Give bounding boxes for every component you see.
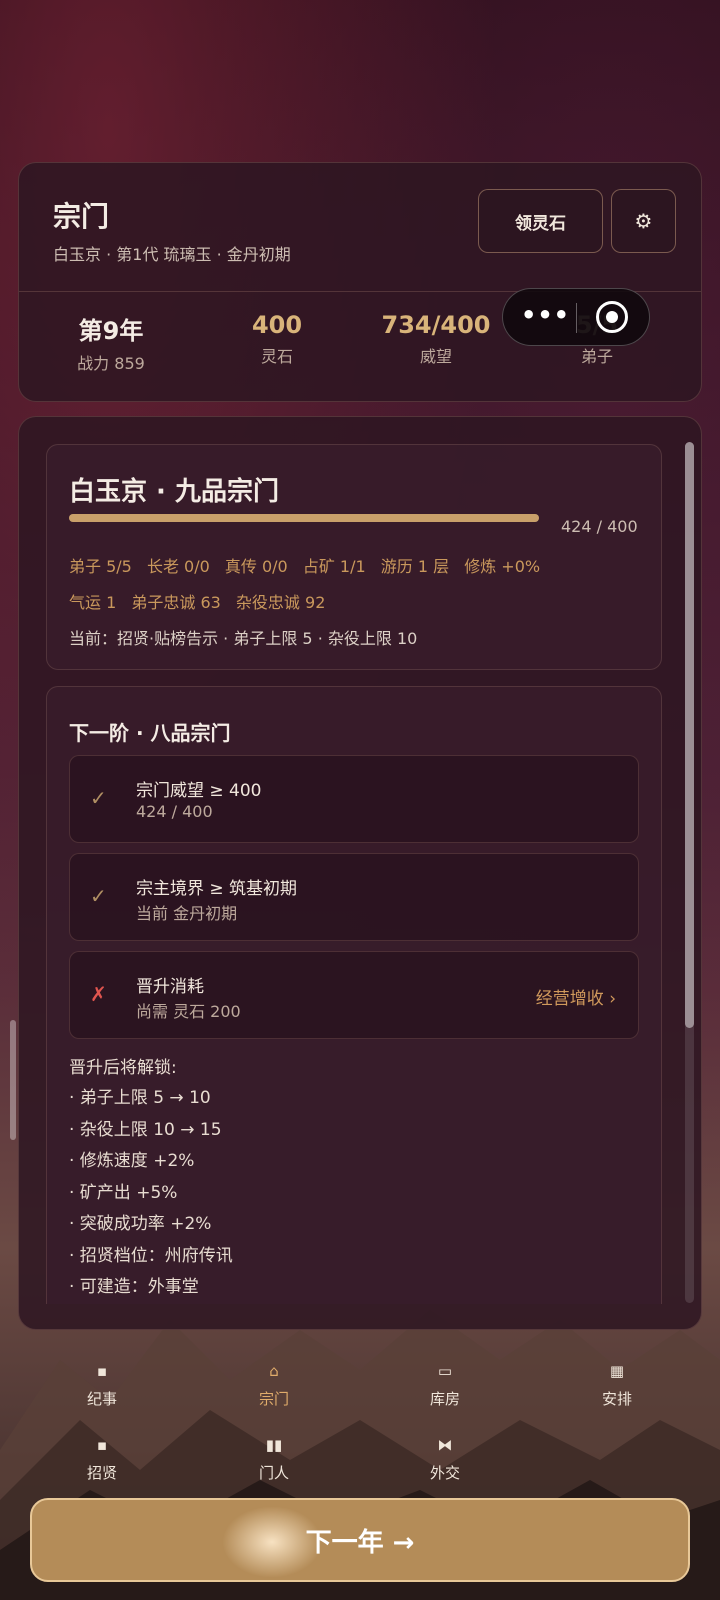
handshake-icon: ⧓ [437, 1436, 453, 1454]
header-panel: 宗门 白玉京 · 第1代 琉璃玉 · 金丹初期 领灵石 ⚙ 第9年 战力 859… [18, 162, 702, 402]
nav-item-recruit[interactable]: ▪ 招贤 [42, 1434, 162, 1483]
sect-title: 白玉京 · 九品宗门 [69, 477, 279, 507]
people-icon: ▮▮ [265, 1436, 283, 1454]
nav-label: 库房 [429, 1390, 460, 1408]
stat-year-value: 第9年 [78, 317, 144, 345]
sect-info-card: 白玉京 · 九品宗门 424 / 400 弟子 5/5 长老 0/0 真传 0/… [46, 444, 662, 670]
settings-button[interactable]: ⚙ [611, 189, 676, 253]
next-year-label: 下一年 → [305, 1527, 415, 1558]
sect-current-status: 当前：招贤·贴榜告示 · 弟子上限 5 · 杂役上限 10 [69, 629, 418, 648]
page-title: 宗门 [53, 200, 110, 233]
stat-chip: 真传 0/0 [224, 557, 288, 576]
prestige-progress-label: 424 / 400 [561, 517, 638, 536]
main-scrollbar[interactable] [685, 442, 694, 1303]
scrollbar-thumb[interactable] [685, 442, 694, 1028]
gear-icon: ⚙ [634, 209, 653, 233]
stat-year-label: 战力 859 [77, 354, 145, 373]
page-scroll-indicator [10, 1020, 16, 1140]
stat-disciples-label: 弟子 [580, 347, 613, 366]
stat-spirit-stone-label: 灵石 [260, 347, 293, 366]
stat-year: 第9年 战力 859 [31, 311, 191, 374]
nav-item-sect[interactable]: ⌂ 宗门 [214, 1360, 334, 1409]
scroll-icon: ▪ [96, 1436, 108, 1454]
nav-label: 招贤 [86, 1464, 117, 1482]
gate-icon: ⌂ [269, 1362, 279, 1380]
stat-prestige-label: 威望 [419, 347, 452, 366]
nav-item-arrange[interactable]: ▦ 安排 [557, 1360, 677, 1409]
nav-label: 纪事 [86, 1390, 117, 1408]
close-target-icon[interactable] [596, 301, 628, 333]
stat-chip: 占矿 1/1 [302, 557, 366, 576]
nav-label: 外交 [429, 1464, 460, 1482]
stat-chip: 弟子 5/5 [69, 557, 132, 576]
prestige-progress-fill [69, 514, 539, 522]
nav-item-disciples[interactable]: ▮▮ 门人 [214, 1434, 334, 1483]
nav-label: 门人 [258, 1464, 289, 1482]
sect-stats-line2: 气运 1 弟子忠诚 63 杂役忠诚 92 [69, 589, 335, 613]
stat-chip: 杂役忠诚 92 [235, 593, 326, 612]
nav-item-diplomacy[interactable]: ⧓ 外交 [385, 1434, 505, 1483]
bottom-nav: ▪ 纪事 ⌂ 宗门 ▭ 库房 ▦ 安排 ▪ 招贤 ▮▮ 门人 ⧓ 外交 [0, 1352, 720, 1502]
stat-prestige: 734/400 威望 [356, 311, 516, 367]
stat-prestige-value: 734/400 [381, 311, 491, 339]
capsule-separator [576, 303, 577, 333]
mini-program-capsule: ••• [502, 288, 650, 346]
stat-chip: 气运 1 [69, 593, 117, 612]
grid-icon: ▦ [609, 1362, 625, 1380]
nav-item-chronicle[interactable]: ▪ 纪事 [42, 1360, 162, 1409]
stat-chip: 弟子忠诚 63 [131, 593, 221, 612]
more-icon[interactable]: ••• [521, 301, 570, 329]
nav-item-storehouse[interactable]: ▭ 库房 [385, 1360, 505, 1409]
sect-stats-line1: 弟子 5/5 长老 0/0 真传 0/0 占矿 1/1 游历 1 层 修炼 +0… [69, 553, 550, 577]
stat-chip: 长老 0/0 [146, 557, 210, 576]
stat-chip: 修炼 +0% [464, 557, 541, 576]
stat-spirit-stone: 400 灵石 [197, 311, 357, 367]
stat-chip: 游历 1 层 [380, 557, 450, 576]
increase-income-link[interactable]: 经营增收 › [536, 984, 616, 1009]
nav-label: 宗门 [258, 1390, 289, 1408]
nav-label: 安排 [601, 1390, 632, 1408]
page-subtitle: 白玉京 · 第1代 琉璃玉 · 金丹初期 [53, 245, 291, 264]
chest-icon: ▭ [437, 1362, 453, 1380]
scroll-icon: ▪ [96, 1362, 108, 1380]
collect-spirit-stone-button[interactable]: 领灵石 [478, 189, 603, 253]
prestige-progress-bar [69, 514, 539, 522]
next-year-button[interactable]: 下一年 → [30, 1498, 690, 1582]
stat-spirit-stone-value: 400 [251, 311, 303, 339]
